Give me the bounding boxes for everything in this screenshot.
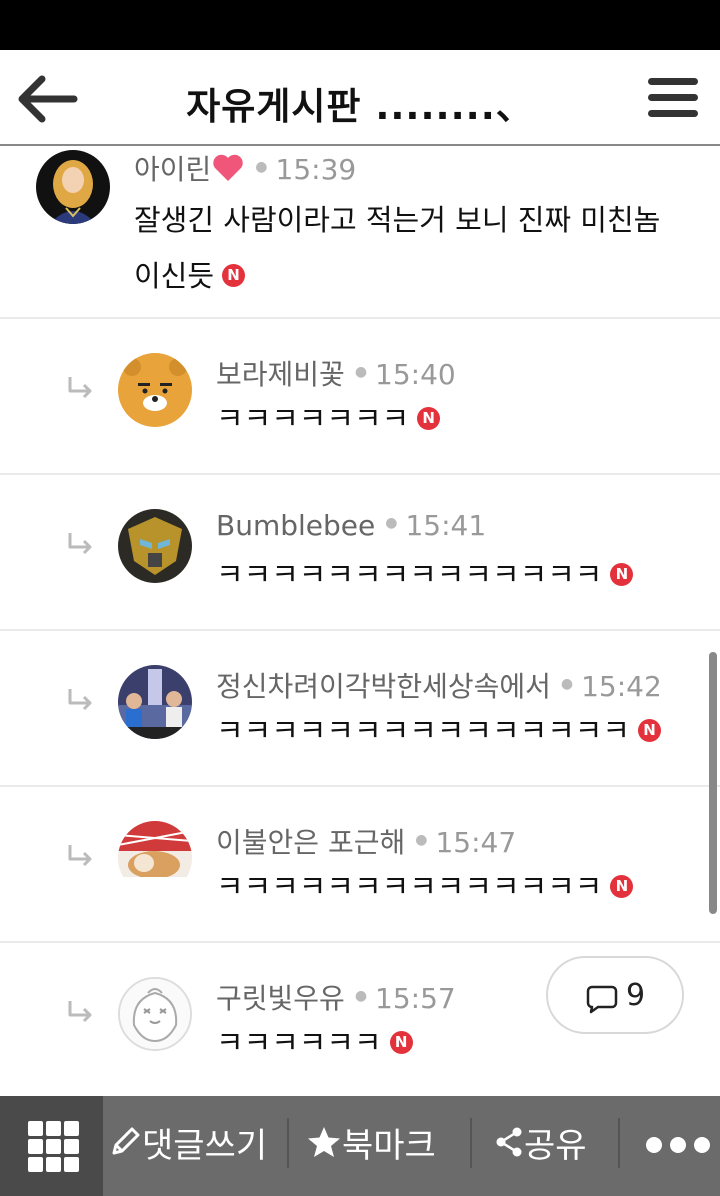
comment-text: 잘생긴 사람이라고 적는거 보니 진짜 미친놈 이신듯 N [134, 192, 694, 304]
comment-author[interactable]: 정신차려이각박한세상속에서 [216, 670, 551, 703]
comment-author[interactable]: Bumblebee [216, 509, 375, 542]
new-badge: N [610, 563, 634, 586]
dog-avatar[interactable] [118, 821, 192, 895]
comment-author[interactable]: 아이린 [134, 153, 211, 186]
status-bar [0, 0, 720, 50]
reply-arrow-icon [68, 845, 92, 867]
new-badge: N [610, 875, 634, 898]
comment-body: 잘생긴 사람이라고 적는거 보니 진짜 미친놈 이신듯 [134, 203, 661, 293]
scrollbar[interactable] [709, 652, 717, 914]
comment-body: ㅋㅋㅋㅋㅋㅋㅋㅋㅋㅋㅋㅋㅋㅋㅋ [216, 714, 630, 749]
comment-body: ㅋㅋㅋㅋㅋㅋㅋㅋㅋㅋㅋㅋㅋㅋ [216, 558, 603, 593]
apeach-avatar[interactable] [118, 977, 192, 1051]
hamburger-icon-line [648, 94, 698, 101]
comment-time: 15:47 [435, 826, 517, 859]
header: 자유게시판 ........、 [0, 50, 720, 146]
speech-bubble-icon [586, 985, 618, 1014]
heart-icon [213, 154, 243, 181]
new-badge: N [222, 264, 246, 287]
comment-time: 15:41 [405, 509, 487, 542]
separator-dot: ● [255, 159, 268, 175]
comment-text: ㅋㅋㅋㅋㅋㅋㅋㅋㅋㅋㅋㅋㅋㅋ N [216, 553, 634, 599]
comment-meta: Bumblebee ● 15:41 [216, 509, 486, 542]
menu-button[interactable] [648, 78, 700, 122]
reply-item: 보라제비꽃 ● 15:40 ㅋㅋㅋㅋㅋㅋㅋ N [0, 319, 720, 475]
comment-time: 15:42 [581, 670, 662, 703]
comment-body: ㅋㅋㅋㅋㅋㅋㅋㅋㅋㅋㅋㅋㅋㅋ [216, 870, 603, 905]
separator-dot: ● [385, 515, 398, 531]
comment-meta: 아이린 ● 15:39 [134, 148, 356, 188]
comment-item: 아이린 ● 15:39 잘생긴 사람이라고 적는거 보니 진짜 미친놈 이신듯 N [0, 148, 720, 319]
comment-time: 15:39 [275, 153, 357, 186]
reply-arrow-icon [68, 377, 92, 399]
bumblebee-avatar[interactable] [118, 509, 192, 583]
comment-meta: 이불안은 포근해 ● 15:47 [216, 821, 516, 861]
comment-author[interactable]: 이불안은 포근해 [216, 826, 405, 859]
reply-arrow-icon [68, 689, 92, 711]
comment-author[interactable]: 보라제비꽃 [216, 358, 345, 391]
toolbar-divider [618, 1118, 620, 1168]
comment-author[interactable]: 구릿빛우유 [216, 982, 345, 1015]
hamburger-icon-line [648, 110, 698, 117]
comment-text: ㅋㅋㅋㅋㅋㅋ N [216, 1021, 413, 1067]
comment-body: ㅋㅋㅋㅋㅋㅋ [216, 1026, 382, 1061]
bookmark-label: 북마크 [342, 1126, 436, 1166]
comment-time: 15:40 [375, 358, 456, 391]
tv-show-avatar[interactable] [118, 665, 192, 739]
comment-text: ㅋㅋㅋㅋㅋㅋㅋㅋㅋㅋㅋㅋㅋㅋㅋ N [216, 709, 661, 755]
page-title: 자유게시판 ........、 [186, 85, 534, 128]
reply-item: 이불안은 포근해 ● 15:47 ㅋㅋㅋㅋㅋㅋㅋㅋㅋㅋㅋㅋㅋㅋ N [0, 787, 720, 943]
pencil-icon [112, 1127, 140, 1155]
comment-meta: 구릿빛우유 ● 15:57 [216, 977, 456, 1017]
ryan-avatar[interactable] [118, 353, 192, 427]
share-button[interactable]: 공유 [494, 1096, 587, 1196]
back-button[interactable] [14, 72, 80, 126]
more-button[interactable] [636, 1096, 720, 1196]
share-label: 공유 [524, 1126, 587, 1166]
comment-meta: 보라제비꽃 ● 15:40 [216, 353, 456, 393]
new-badge: N [638, 719, 661, 742]
bookmark-button[interactable]: 북마크 [306, 1096, 436, 1196]
separator-dot: ● [415, 832, 428, 848]
comment-text: ㅋㅋㅋㅋㅋㅋㅋㅋㅋㅋㅋㅋㅋㅋ N [216, 865, 634, 911]
comment-count: 9 [626, 978, 646, 1013]
irene-avatar[interactable] [36, 150, 110, 224]
reply-item: Bumblebee ● 15:41 ㅋㅋㅋㅋㅋㅋㅋㅋㅋㅋㅋㅋㅋㅋ N [0, 475, 720, 631]
star-icon [308, 1127, 340, 1157]
grid-menu-button[interactable] [0, 1096, 103, 1196]
reply-item: 정신차려이각박한세상속에서 ● 15:42 ㅋㅋㅋㅋㅋㅋㅋㅋㅋㅋㅋㅋㅋㅋㅋ N [0, 631, 720, 787]
reply-arrow-icon [68, 1001, 92, 1023]
comment-list[interactable]: 아이린 ● 15:39 잘생긴 사람이라고 적는거 보니 진짜 미친놈 이신듯 N 보… [0, 148, 720, 1096]
share-icon [496, 1127, 522, 1157]
new-badge: N [389, 1031, 413, 1054]
separator-dot: ● [560, 676, 574, 692]
separator-dot: ● [354, 364, 368, 380]
hamburger-icon [648, 78, 698, 85]
comment-count-button[interactable]: 9 [546, 956, 684, 1034]
comment-body: ㅋㅋㅋㅋㅋㅋㅋ [216, 402, 410, 437]
comment-text: ㅋㅋㅋㅋㅋㅋㅋ N [216, 397, 441, 443]
reply-arrow-icon [68, 533, 92, 555]
back-arrow-icon [18, 75, 78, 123]
toolbar-divider [287, 1118, 289, 1168]
toolbar-divider [470, 1118, 472, 1168]
bottom-toolbar: 댓글쓰기 북마크 공유 [0, 1096, 720, 1196]
separator-dot: ● [354, 988, 368, 1004]
comment-time: 15:57 [375, 982, 456, 1015]
write-comment-label: 댓글쓰기 [142, 1126, 268, 1166]
comment-meta: 정신차려이각박한세상속에서 ● 15:42 [216, 665, 662, 705]
new-badge: N [417, 407, 441, 430]
write-comment-button[interactable]: 댓글쓰기 [108, 1096, 267, 1196]
